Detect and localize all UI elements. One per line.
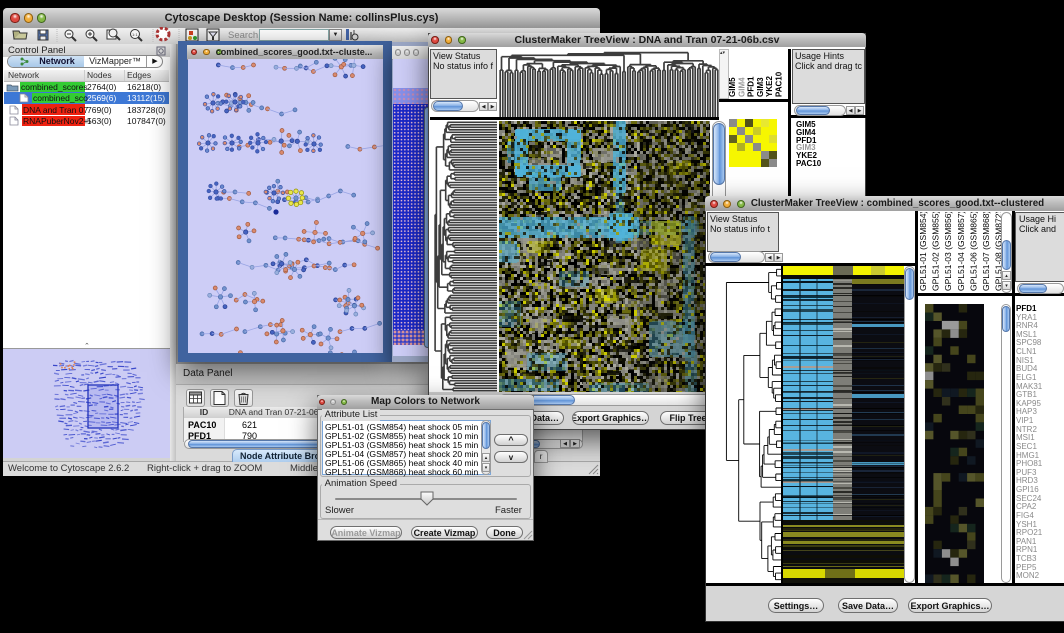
svg-text:1:1: 1:1	[132, 32, 138, 37]
svg-text:GPL51-04 (GSM857): GPL51-04 (GSM857)	[956, 212, 966, 291]
svg-text:GIM5: GIM5	[729, 77, 737, 97]
svg-text:GPL51-07 (GSM868): GPL51-07 (GSM868)	[981, 212, 991, 291]
svg-text:PAC10: PAC10	[775, 71, 784, 97]
svg-text:GPL51-03 (GSM856): GPL51-03 (GSM856)	[943, 212, 953, 291]
svg-text:GIM4: GIM4	[737, 77, 746, 97]
svg-text:GPL51-06 (GSM865): GPL51-06 (GSM865)	[968, 212, 978, 291]
svg-text:YKE2: YKE2	[765, 76, 774, 97]
svg-text:GIM3: GIM3	[756, 77, 765, 97]
svg-text:PFD1: PFD1	[747, 76, 756, 97]
svg-text:GPL51-01 (GSM854): GPL51-01 (GSM854)	[918, 212, 928, 291]
svg-text:GPL51-08 (GSM872): GPL51-08 (GSM872)	[994, 212, 1001, 291]
svg-text:GPL51-02 (GSM855): GPL51-02 (GSM855)	[931, 212, 941, 291]
